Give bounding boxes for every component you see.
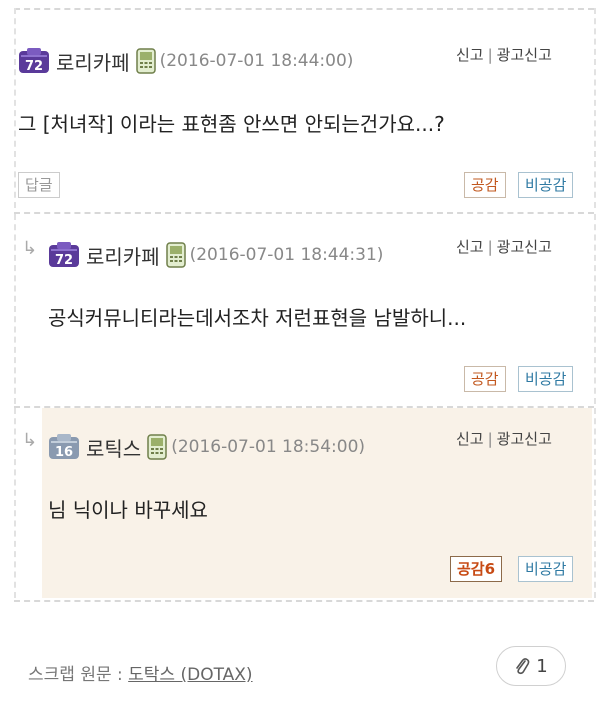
report-link[interactable]: 신고 xyxy=(456,430,484,448)
comment-date: (2016-07-01 18:54:00) xyxy=(171,437,366,457)
reply-button[interactable]: 답글 xyxy=(18,172,60,198)
divider: | xyxy=(487,46,493,64)
comment-2-report-links: 신고 | 광고신고 xyxy=(456,236,552,257)
comment-3-report-links: 신고 | 광고신고 xyxy=(456,428,552,449)
svg-text:16: 16 xyxy=(55,445,73,460)
comment-date: (2016-07-01 18:44:31) xyxy=(189,245,384,265)
mobile-phone-icon xyxy=(135,48,156,74)
paperclip-icon xyxy=(514,656,530,676)
level-badge: 16 xyxy=(48,434,80,460)
comment-separator xyxy=(14,212,594,214)
comment-text: 공식커뮤니티라는데서조차 저런표현을 남발하니... xyxy=(48,306,467,330)
attachment-count: 1 xyxy=(536,655,548,677)
comment-2-right-border xyxy=(594,214,596,404)
comment-1-left-border xyxy=(14,8,16,208)
comment-1-report-links: 신고 | 광고신고 xyxy=(456,44,552,65)
ad-report-link[interactable]: 광고신고 xyxy=(497,238,552,256)
comment-text: 님 닉이나 바꾸세요 xyxy=(48,498,208,522)
like-button[interactable]: 공감 xyxy=(464,366,506,392)
reply-arrow-icon: ↳ xyxy=(22,430,38,451)
divider: | xyxy=(487,430,493,448)
mobile-phone-icon xyxy=(165,242,186,268)
comment-2-header: 72 로리카페 (2016-07-01 18:44:31) xyxy=(48,240,383,270)
like-button[interactable]: 공감 xyxy=(464,172,506,198)
svg-text:72: 72 xyxy=(25,59,43,74)
report-link[interactable]: 신고 xyxy=(456,46,484,64)
comment-3-right-border xyxy=(594,408,596,598)
comment-2-left-border xyxy=(14,214,16,404)
report-link[interactable]: 신고 xyxy=(456,238,484,256)
dislike-button[interactable]: 비공감 xyxy=(518,172,574,198)
ad-report-link[interactable]: 광고신고 xyxy=(497,46,552,64)
comment-date: (2016-07-01 18:44:00) xyxy=(159,51,354,71)
attachment-button[interactable]: 1 xyxy=(496,646,566,686)
like-button[interactable]: 공감6 xyxy=(450,556,503,582)
scrap-source: 스크랩 원문 : 도탁스 (DOTAX) xyxy=(28,660,253,685)
comment-text: 그 [처녀작] 이라는 표현좀 안쓰면 안되는건가요...? xyxy=(18,112,445,136)
reply-arrow-icon: ↳ xyxy=(22,238,38,259)
bottom-separator xyxy=(14,600,594,602)
level-badge: 72 xyxy=(48,242,80,268)
comment-1-header: 72 로리카페 (2016-07-01 18:44:00) xyxy=(18,46,353,76)
comment-3-left-border xyxy=(14,408,16,598)
mobile-phone-icon xyxy=(147,434,167,460)
level-badge: 72 xyxy=(18,48,50,74)
top-separator xyxy=(14,8,594,10)
dislike-button[interactable]: 비공감 xyxy=(518,556,574,582)
source-link[interactable]: 도탁스 (DOTAX) xyxy=(128,665,252,685)
nickname[interactable]: 로리카페 xyxy=(86,241,160,270)
divider: | xyxy=(487,238,493,256)
scrap-label: 스크랩 원문 : xyxy=(28,665,123,685)
ad-report-link[interactable]: 광고신고 xyxy=(497,430,552,448)
comment-3-header: 16 로틱스 (2016-07-01 18:54:00) xyxy=(48,432,365,462)
nickname[interactable]: 로틱스 xyxy=(86,433,141,462)
comment-1-right-border xyxy=(594,8,596,208)
svg-text:72: 72 xyxy=(55,253,73,268)
dislike-button[interactable]: 비공감 xyxy=(518,366,574,392)
nickname[interactable]: 로리카페 xyxy=(56,47,130,76)
